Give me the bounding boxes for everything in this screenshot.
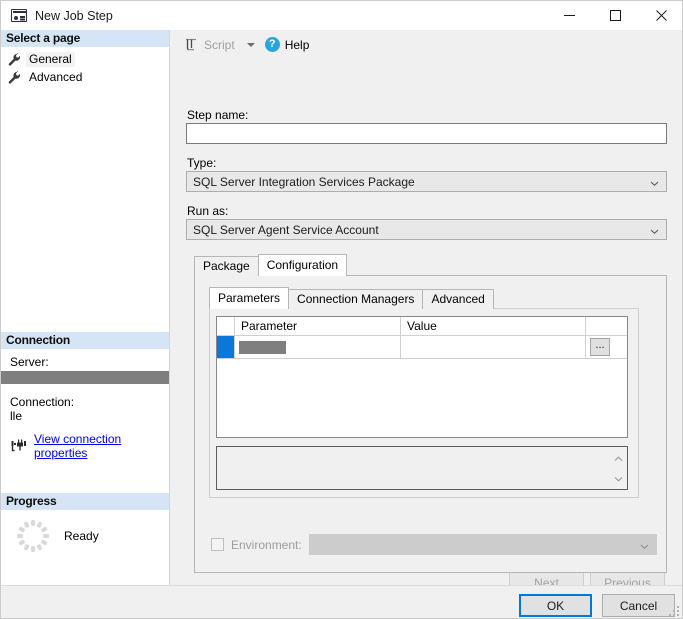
progress-section: Progress Ready — [1, 493, 169, 554]
script-icon — [184, 37, 199, 52]
table-row[interactable]: ... — [217, 336, 627, 359]
run-as-select-value: SQL Server Agent Service Account — [193, 222, 379, 237]
wrench-icon — [7, 52, 21, 66]
inner-tab-panel: Parameter Value ... — [209, 308, 639, 498]
step-name-input[interactable] — [186, 123, 667, 144]
help-button[interactable]: ? Help — [261, 34, 314, 56]
connection-section: Connection Server: Connection: lle View … — [1, 332, 169, 460]
tab-advanced[interactable]: Advanced — [422, 289, 494, 309]
tab-connection-managers[interactable]: Connection Managers — [288, 289, 424, 309]
select-page-heading: Select a page — [1, 30, 169, 47]
page-list: General Advanced — [1, 47, 169, 86]
title-bar-left: New Job Step — [11, 1, 113, 30]
type-select-value: SQL Server Integration Services Package — [193, 174, 415, 189]
right-pane: Script ? Help Step name: Type: SQL Serve… — [171, 30, 682, 594]
progress-body: Ready — [1, 518, 169, 554]
outer-tab-control: Package Configuration Parameters Connect… — [194, 254, 667, 573]
ok-button-label: OK — [546, 598, 565, 613]
script-label: Script — [204, 37, 235, 52]
progress-spinner-icon — [15, 518, 51, 554]
run-as-label: Run as: — [187, 204, 229, 218]
chevron-down-icon — [650, 177, 659, 187]
chevron-down-icon — [640, 540, 649, 550]
tab-label: Advanced — [431, 292, 485, 306]
close-icon[interactable] — [638, 1, 682, 30]
environment-row: Environment: — [211, 534, 657, 555]
type-select[interactable]: SQL Server Integration Services Package — [186, 171, 667, 192]
title-bar: New Job Step — [1, 1, 682, 30]
tab-label: Package — [203, 259, 250, 273]
grid-header-parameter[interactable]: Parameter — [235, 317, 401, 335]
window-title: New Job Step — [35, 8, 113, 23]
toolbar: Script ? Help — [171, 30, 682, 59]
parameter-description-box[interactable] — [216, 446, 628, 490]
sidebar-item-label: General — [26, 51, 75, 67]
grid-header-row: Parameter Value — [217, 317, 627, 336]
grid-header-value[interactable]: Value — [401, 317, 586, 335]
tab-label: Configuration — [266, 258, 339, 272]
maximize-icon[interactable] — [592, 1, 638, 30]
sidebar-item-label: Advanced — [29, 69, 83, 84]
resize-grip[interactable] — [669, 606, 681, 618]
window-controls — [546, 1, 682, 30]
wrench-icon — [7, 70, 21, 84]
form-area: Step name: Type: SQL Server Integration … — [171, 59, 682, 594]
progress-heading: Progress — [1, 493, 169, 510]
browse-button[interactable]: ... — [590, 338, 610, 356]
server-label: Server: — [10, 355, 49, 369]
job-step-icon — [11, 9, 27, 22]
chevron-down-icon — [650, 225, 659, 235]
cancel-button-label: Cancel — [619, 598, 658, 613]
tab-parameters[interactable]: Parameters — [209, 287, 290, 309]
environment-select[interactable] — [308, 534, 657, 555]
outer-tabstrip: Package Configuration — [194, 254, 667, 276]
tab-package[interactable]: Package — [194, 256, 259, 276]
run-as-select[interactable]: SQL Server Agent Service Account — [186, 219, 667, 240]
sidebar-item-advanced[interactable]: Advanced — [7, 68, 139, 86]
dialog-footer: OK Cancel — [1, 585, 682, 618]
view-connection-properties-link[interactable]: View connection properties — [34, 432, 169, 460]
help-icon: ? — [264, 37, 280, 52]
progress-status: Ready — [64, 529, 99, 543]
connection-heading: Connection — [1, 332, 169, 349]
view-connection-properties-row[interactable]: View connection properties — [1, 432, 169, 460]
inner-tabstrip: Parameters Connection Managers Advanced — [209, 287, 639, 309]
parameters-grid[interactable]: Parameter Value ... — [216, 316, 628, 438]
new-job-step-dialog: New Job Step Select a page General Advan… — [0, 0, 683, 619]
left-pane: Select a page General Advanced Connectio… — [1, 30, 170, 585]
browse-cell: ... — [586, 336, 614, 358]
parameter-cell[interactable] — [235, 336, 401, 358]
tab-label: Connection Managers — [297, 292, 415, 306]
server-value-redacted — [1, 371, 169, 384]
ok-button[interactable]: OK — [519, 594, 592, 617]
help-label: Help — [284, 37, 310, 52]
tab-label: Parameters — [218, 291, 281, 305]
tab-configuration[interactable]: Configuration — [257, 254, 348, 276]
grid-header-selector — [217, 317, 235, 335]
inner-tab-control: Parameters Connection Managers Advanced — [209, 287, 639, 498]
step-name-label: Step name: — [187, 108, 249, 122]
parameter-value-redacted — [239, 340, 286, 354]
minimize-icon[interactable] — [546, 1, 592, 30]
type-label: Type: — [187, 156, 217, 170]
connection-label: Connection: — [10, 395, 75, 409]
script-button[interactable]: Script — [180, 34, 239, 56]
chevron-down-icon[interactable] — [246, 42, 255, 47]
environment-checkbox[interactable] — [211, 538, 224, 551]
cancel-button[interactable]: Cancel — [602, 594, 675, 617]
scroll-up-icon[interactable] — [614, 451, 623, 465]
sidebar-item-general[interactable]: General — [7, 50, 139, 68]
connection-value: lle — [10, 409, 23, 423]
outer-tab-panel: Parameters Connection Managers Advanced — [194, 275, 667, 573]
scrollbar[interactable] — [611, 448, 626, 488]
connection-properties-icon — [11, 439, 27, 453]
row-selector-cell[interactable] — [217, 336, 235, 358]
value-cell[interactable] — [401, 336, 586, 358]
grid-header-browse — [586, 317, 614, 335]
scroll-down-icon[interactable] — [614, 471, 623, 485]
connection-body: Server: Connection: lle View connection … — [1, 349, 169, 460]
environment-label: Environment: — [231, 537, 302, 552]
